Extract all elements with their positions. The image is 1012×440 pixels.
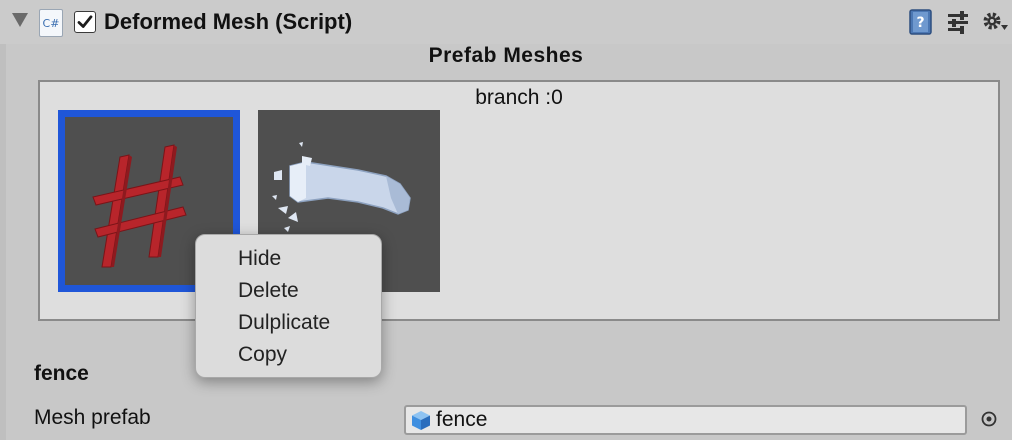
section-title: Prefab Meshes [428, 44, 584, 67]
component-enabled-checkbox[interactable] [74, 11, 96, 33]
object-picker-icon[interactable] [980, 410, 998, 433]
context-menu: Hide Delete Dulplicate Copy [195, 234, 382, 378]
menu-item-delete[interactable]: Delete [196, 277, 381, 309]
selected-mesh-heading: fence [34, 362, 89, 385]
component-header: C# Deformed Mesh (Script) ? [0, 0, 1012, 44]
mesh-prefab-value: fence [436, 408, 488, 431]
checkmark-icon [77, 15, 93, 28]
branch-label: branch :0 [475, 86, 563, 109]
component-title: Deformed Mesh (Script) [104, 9, 353, 34]
mesh-prefab-field[interactable]: fence [404, 405, 967, 435]
menu-item-copy[interactable]: Copy [196, 341, 381, 373]
settings-gear-icon[interactable] [981, 9, 1009, 40]
prefab-mesh-list: branch :0 [38, 80, 1000, 321]
foldout-triangle-icon[interactable] [12, 13, 28, 27]
mesh-prefab-label: Mesh prefab [34, 406, 151, 429]
inspector-left-border [0, 44, 6, 440]
svg-text:?: ? [916, 15, 924, 31]
menu-item-duplicate[interactable]: Dulplicate [196, 309, 381, 341]
presets-sliders-icon[interactable] [946, 9, 970, 40]
csharp-script-icon: C# [39, 9, 63, 37]
menu-item-hide[interactable]: Hide [196, 245, 381, 277]
help-book-icon[interactable]: ? [908, 9, 934, 40]
prefab-cube-icon [412, 411, 430, 430]
